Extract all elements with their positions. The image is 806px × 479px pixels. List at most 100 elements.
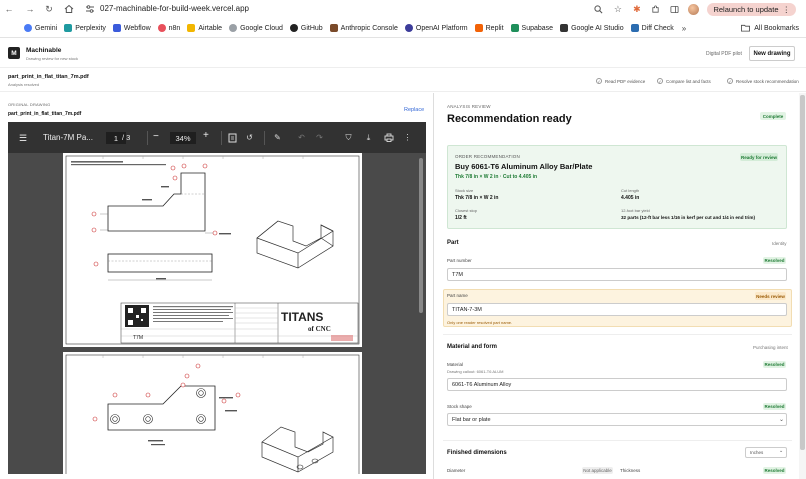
current-file-name: part_print_in_flat_titan_7m.pdf xyxy=(8,74,89,80)
replace-link[interactable]: Replace xyxy=(404,107,424,113)
bookmark-airtable[interactable]: Airtable xyxy=(187,24,222,32)
section-divider xyxy=(443,334,792,335)
new-drawing-button[interactable]: New drawing xyxy=(749,46,795,61)
bookmark-google-ai-studio[interactable]: Google AI Studio xyxy=(560,24,624,32)
bookmark-perplexity[interactable]: Perplexity xyxy=(64,24,106,32)
stock-shape-label: Stock shape xyxy=(447,404,472,409)
bookmark-label: Webflow xyxy=(123,24,151,32)
site-settings-icon[interactable] xyxy=(85,4,95,14)
anthropic-icon xyxy=(329,24,338,32)
annotate-icon[interactable]: ✎ xyxy=(272,132,283,143)
profile-avatar[interactable] xyxy=(688,4,700,15)
bookmark-label: Google AI Studio xyxy=(571,24,624,32)
bookmark-gemini[interactable]: Gemini xyxy=(24,24,57,32)
mode-label: Digital PDF pilot xyxy=(706,51,742,57)
bookmark-webflow[interactable]: Webflow xyxy=(112,24,151,32)
back-icon[interactable]: ← xyxy=(3,3,15,15)
pdf-pages-area[interactable]: TITANS of CNC T7M xyxy=(8,153,426,474)
thickness-label: Thickness xyxy=(620,468,641,473)
forward-icon[interactable]: → xyxy=(24,3,36,15)
bookmark-star-icon[interactable]: ☆ xyxy=(612,4,623,15)
bookmark-replit[interactable]: Replit xyxy=(474,24,504,32)
step-resolve: ✓ Resolve stock recommendation xyxy=(727,78,799,84)
address-bar[interactable]: 027-machinable-for-build-week.vercel.app xyxy=(100,4,249,13)
menu-icon[interactable]: ☰ xyxy=(19,133,27,144)
part-name-label: Part name xyxy=(447,293,468,298)
cut-length-value: 4.405 in xyxy=(621,195,640,201)
bookmark-google-cloud[interactable]: Google Cloud xyxy=(229,24,283,32)
material-section-tag: Purchasing intent xyxy=(753,345,788,350)
page-total: / 3 xyxy=(122,133,131,142)
drawing-logo-sub: of CNC xyxy=(308,325,331,333)
app-subtitle: Drawing review for new stock xyxy=(26,56,79,61)
pdf-viewer[interactable]: ☰ Titan-7M Pa... 1 / 3 − 34% + ↺ ✎ ↶ ↷ ⛉… xyxy=(8,122,426,474)
bookmarks-overflow-button[interactable]: » xyxy=(682,24,686,33)
webflow-icon xyxy=(112,24,121,32)
google-ai-studio-icon xyxy=(560,24,569,32)
app-logo: M xyxy=(8,47,20,59)
bookmark-diff-check[interactable]: Diff Check xyxy=(630,24,674,32)
bookmarks-bar: Gemini Perplexity Webflow n8n Airtable G… xyxy=(0,19,806,38)
stock-size-value: Thk 7/8 in × W 2 in xyxy=(455,195,499,201)
print-icon[interactable] xyxy=(383,132,394,143)
pdf-scrollbar[interactable] xyxy=(419,158,423,313)
extension-icon[interactable]: ✱ xyxy=(631,4,642,15)
part-name-status: Needs review xyxy=(755,292,786,300)
redo-icon[interactable]: ↷ xyxy=(314,132,325,143)
toolbar-divider xyxy=(147,131,148,145)
section-divider xyxy=(443,440,792,441)
bookmark-label: n8n xyxy=(168,24,181,32)
closest-stop-value: 1/2 ft xyxy=(455,215,467,221)
more-options-icon[interactable]: ⋮ xyxy=(402,132,413,143)
material-section-title: Material and form xyxy=(447,344,498,350)
zoom-in-icon[interactable]: + xyxy=(203,130,209,141)
chevron-down-icon: ⌄ xyxy=(779,448,784,454)
all-bookmarks-label: All Bookmarks xyxy=(754,24,799,32)
stock-size-label: Stock size xyxy=(455,188,474,193)
bookmark-anthropic[interactable]: Anthropic Console xyxy=(329,24,398,32)
check-icon: ✓ xyxy=(657,78,663,84)
material-label: Material xyxy=(447,362,464,367)
step-read-pdf: ✓ Read PDF evidence xyxy=(596,78,645,84)
print-drive-icon[interactable]: ⛉ xyxy=(343,132,354,143)
relaunch-button[interactable]: Relaunch to update ⋮ xyxy=(707,3,796,16)
download-icon[interactable]: ⤓ xyxy=(363,132,374,143)
stock-shape-select[interactable]: Flat bar or plate xyxy=(447,413,787,426)
browser-toolbar: ← → ↻ 027-machinable-for-build-week.verc… xyxy=(0,0,806,19)
bookmark-openai[interactable]: OpenAI Platform xyxy=(404,24,468,32)
zoom-out-icon[interactable]: − xyxy=(153,131,159,142)
part-name-field[interactable]: TITAN-7-3M xyxy=(447,303,787,316)
relaunch-label: Relaunch to update xyxy=(713,5,779,14)
undo-icon[interactable]: ↶ xyxy=(296,132,307,143)
part-name-note: Only one reader resolved part name. xyxy=(447,320,513,325)
home-icon[interactable] xyxy=(63,3,75,15)
pdf-page-1: TITANS of CNC T7M xyxy=(63,153,362,347)
drawing-part-number: T7M xyxy=(133,335,143,341)
reco-label: ORDER RECOMMENDATION xyxy=(455,154,520,159)
part-section-tag: Identity xyxy=(772,241,787,246)
drawing-sheet-2 xyxy=(65,354,360,474)
fit-page-icon[interactable] xyxy=(227,132,238,143)
reco-subtitle: Thk 7/8 in × W 2 in · Cut to 4.405 in xyxy=(455,174,538,180)
yield-label: 12-foot bar yield xyxy=(621,208,650,213)
bookmark-label: Gemini xyxy=(35,24,58,32)
bookmark-supabase[interactable]: Supabase xyxy=(510,24,553,32)
section-label: ANALYSIS REVIEW xyxy=(447,104,491,109)
google-cloud-icon xyxy=(229,24,238,32)
bookmark-github[interactable]: GitHub xyxy=(289,24,323,32)
sidepanel-icon[interactable] xyxy=(669,4,680,15)
bookmark-label: Replit xyxy=(485,24,504,32)
bookmark-n8n[interactable]: n8n xyxy=(157,24,181,32)
reload-icon[interactable]: ↻ xyxy=(43,3,55,15)
zoom-icon[interactable] xyxy=(593,4,604,15)
zoom-input[interactable]: 34% xyxy=(170,132,196,144)
rotate-icon[interactable]: ↺ xyxy=(244,132,255,143)
analysis-scrollbar[interactable] xyxy=(800,95,805,450)
section-label: ORIGINAL DRAWING xyxy=(8,102,51,107)
material-field[interactable]: 6061-T6 Aluminum Alloy xyxy=(447,378,787,391)
part-number-field[interactable]: T7M xyxy=(447,268,787,281)
extensions-puzzle-icon[interactable] xyxy=(650,4,661,15)
openai-icon xyxy=(404,24,413,32)
bookmark-label: Anthropic Console xyxy=(340,24,398,32)
all-bookmarks-button[interactable]: All Bookmarks xyxy=(741,24,799,32)
